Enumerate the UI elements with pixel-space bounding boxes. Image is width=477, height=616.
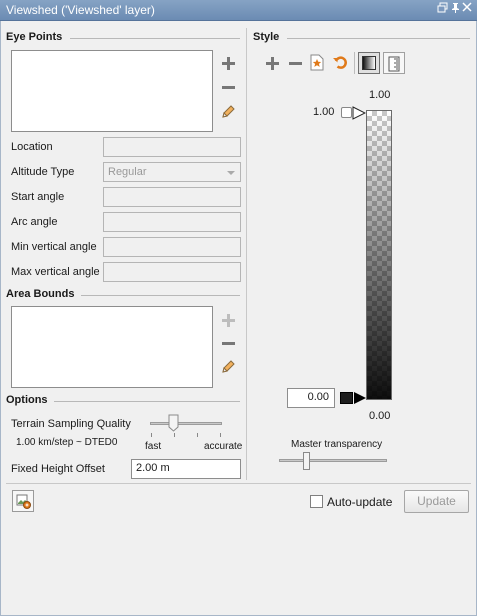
ramp-top-label: 1.00 <box>369 89 391 101</box>
eye-points-heading: Eye Points <box>6 31 63 43</box>
arc-angle-label: Arc angle <box>11 216 58 228</box>
remove-color-stop-button[interactable] <box>287 55 303 71</box>
slider-thumb[interactable] <box>302 452 310 470</box>
pin-icon[interactable] <box>449 2 461 16</box>
terrain-quality-slider[interactable] <box>146 414 226 444</box>
add-eye-point-button[interactable] <box>220 55 236 71</box>
slider-thumb[interactable] <box>168 414 179 432</box>
color-ramp[interactable] <box>366 110 392 400</box>
slider-tick <box>151 433 152 437</box>
section-divider <box>287 38 470 39</box>
slider-tick <box>197 433 198 437</box>
close-icon[interactable] <box>461 2 473 16</box>
section-divider <box>81 295 240 296</box>
altitude-type-label: Altitude Type <box>11 166 75 178</box>
reset-palette-button[interactable] <box>332 54 348 70</box>
chevron-down-icon <box>227 171 235 175</box>
update-button[interactable]: Update <box>404 490 469 513</box>
max-vertical-angle-field[interactable] <box>103 262 241 282</box>
bottom-handle-value[interactable]: 0.00 <box>287 388 335 408</box>
minus-icon <box>221 341 235 345</box>
auto-update-label: Auto-update <box>327 495 393 509</box>
terrain-fast-label: fast <box>145 441 162 452</box>
remove-eye-point-button[interactable] <box>220 79 236 95</box>
minus-icon <box>221 85 235 89</box>
open-palette-button[interactable] <box>309 54 325 70</box>
pencil-icon <box>222 105 235 118</box>
top-handle-arrow[interactable] <box>352 106 367 123</box>
eye-points-list[interactable] <box>11 50 213 132</box>
master-transparency-label: Master transparency <box>291 439 383 450</box>
slider-track <box>150 422 222 425</box>
altitude-type-value: Regular <box>108 166 147 178</box>
min-vertical-angle-label: Min vertical angle <box>11 241 97 253</box>
add-area-bound-button[interactable] <box>220 312 236 328</box>
master-transparency-slider[interactable] <box>277 452 389 474</box>
area-bounds-list[interactable] <box>11 306 213 388</box>
bottom-handle-swatch[interactable] <box>340 392 353 404</box>
pencil-icon <box>222 360 235 373</box>
terrain-quality-label: Terrain Sampling Quality <box>11 418 131 430</box>
toolbar-separator <box>354 52 355 74</box>
export-image-button[interactable] <box>12 490 34 512</box>
start-angle-label: Start angle <box>11 191 65 203</box>
max-vertical-angle-label: Max vertical angle <box>11 266 100 278</box>
plus-icon <box>265 56 279 70</box>
section-divider <box>54 401 240 402</box>
height-offset-input[interactable]: 2.00 m <box>131 459 241 479</box>
slider-track <box>279 459 387 462</box>
remove-area-bound-button[interactable] <box>220 335 236 351</box>
location-field[interactable] <box>103 137 241 157</box>
slider-tick <box>220 433 221 437</box>
plus-icon <box>221 56 235 70</box>
options-heading: Options <box>6 394 48 406</box>
arc-angle-field[interactable] <box>103 212 241 232</box>
edit-eye-point-button[interactable] <box>220 104 236 120</box>
slider-tick <box>174 433 175 437</box>
top-handle-value: 1.00 <box>313 106 335 118</box>
add-color-stop-button[interactable] <box>264 55 280 71</box>
altitude-type-select[interactable]: Regular <box>103 162 241 182</box>
ramp-gradient <box>367 111 391 399</box>
min-vertical-angle-field[interactable] <box>103 237 241 257</box>
top-handle-swatch[interactable] <box>341 107 352 118</box>
ruler-icon <box>388 56 400 72</box>
title-bar: Viewshed ('Viewshed' layer) <box>0 0 477 21</box>
height-offset-label: Fixed Height Offset <box>11 463 105 475</box>
plus-icon <box>221 313 235 327</box>
terrain-accurate-label: accurate <box>204 441 243 452</box>
image-export-icon <box>16 494 31 509</box>
minus-icon <box>288 61 302 65</box>
terrain-quality-value: 1.00 km/step ~ DTED0 <box>16 437 118 448</box>
style-heading: Style <box>253 31 280 43</box>
location-label: Location <box>11 141 53 153</box>
gradient-mode-button[interactable] <box>358 52 380 74</box>
footer-divider <box>6 483 471 484</box>
document-star-icon <box>310 54 324 70</box>
bottom-handle-arrow[interactable] <box>353 391 367 408</box>
window-title: Viewshed ('Viewshed' layer) <box>6 3 155 17</box>
auto-update-checkbox[interactable] <box>310 495 323 508</box>
column-divider <box>246 28 247 480</box>
start-angle-field[interactable] <box>103 187 241 207</box>
gradient-icon <box>362 56 376 70</box>
undo-icon <box>333 56 347 69</box>
discrete-mode-button[interactable] <box>383 52 405 74</box>
section-divider <box>70 38 240 39</box>
area-bounds-heading: Area Bounds <box>6 288 75 300</box>
float-icon[interactable] <box>436 2 448 16</box>
ramp-bottom-label: 0.00 <box>369 410 391 422</box>
edit-area-bound-button[interactable] <box>220 359 236 375</box>
